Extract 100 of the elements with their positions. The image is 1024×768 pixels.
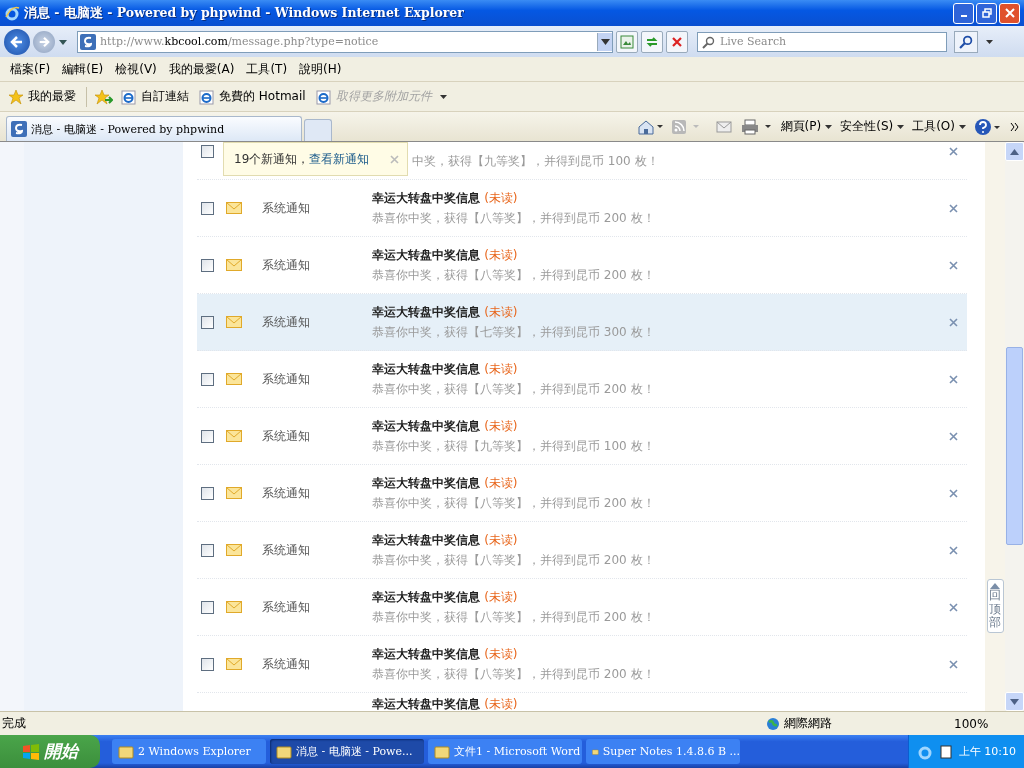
message-title-link[interactable]: 幸运大转盘中奖信息 bbox=[372, 418, 480, 433]
checkbox[interactable] bbox=[201, 543, 214, 557]
search-icon bbox=[702, 35, 715, 49]
message-title-link[interactable]: 幸运大转盘中奖信息 bbox=[372, 697, 480, 711]
unread-label: (未读) bbox=[484, 589, 518, 604]
taskbar-button[interactable]: 2 Windows Explorer bbox=[112, 739, 266, 764]
message-sender: 系统通知 bbox=[262, 313, 311, 331]
checkbox[interactable] bbox=[201, 258, 214, 272]
search-button[interactable] bbox=[954, 30, 978, 53]
taskbar-button[interactable]: 文件1 - Microsoft Word bbox=[428, 739, 582, 764]
checkbox[interactable] bbox=[201, 486, 214, 500]
unread-label: (未读) bbox=[484, 361, 518, 376]
back-to-top-button[interactable]: 回顶部 bbox=[986, 579, 1004, 633]
message-title-link[interactable]: 幸运大转盘中奖信息 bbox=[372, 589, 480, 604]
message-title-link[interactable]: 幸运大转盘中奖信息 bbox=[372, 532, 480, 547]
zoom-level[interactable]: 100% bbox=[938, 716, 1024, 731]
checkbox[interactable] bbox=[201, 429, 214, 443]
menu-item[interactable]: 編輯(E) bbox=[56, 60, 110, 78]
close-icon bbox=[948, 203, 958, 213]
message-sender: 系统通知 bbox=[262, 427, 311, 445]
envelope-icon bbox=[226, 316, 242, 328]
message-sender: 系统通知 bbox=[262, 655, 311, 673]
message-sender: 系统通知 bbox=[262, 484, 311, 502]
envelope-icon bbox=[226, 202, 242, 214]
favorite-link[interactable]: 免費的 Hotmail bbox=[197, 86, 308, 107]
checkbox[interactable] bbox=[201, 600, 214, 614]
message-title-link[interactable]: 幸运大转盘中奖信息 bbox=[372, 361, 480, 376]
command-menu[interactable]: 安全性(S) bbox=[840, 118, 905, 135]
favorites-button[interactable]: 我的最愛 bbox=[6, 86, 78, 107]
unread-label: (未读) bbox=[484, 475, 518, 490]
unread-label: (未读) bbox=[484, 247, 518, 262]
caret-icon bbox=[985, 39, 993, 44]
command-menu[interactable]: 網頁(P) bbox=[780, 118, 833, 135]
help-icon[interactable] bbox=[974, 117, 1002, 136]
site-logo-icon bbox=[11, 121, 27, 137]
back-button[interactable] bbox=[4, 28, 30, 55]
message-sender: 系统通知 bbox=[262, 370, 311, 388]
checkbox[interactable] bbox=[201, 372, 214, 386]
dropdown-caret-icon[interactable] bbox=[600, 38, 610, 45]
stop-button[interactable] bbox=[666, 30, 688, 53]
checkbox[interactable] bbox=[201, 201, 214, 215]
message-sender: 系统通知 bbox=[262, 199, 311, 217]
recent-pages-caret-icon[interactable] bbox=[58, 37, 68, 46]
start-button[interactable]: 開始 bbox=[0, 735, 100, 768]
scrollbar[interactable] bbox=[1005, 142, 1024, 711]
printer-icon[interactable] bbox=[740, 118, 773, 135]
close-icon bbox=[948, 602, 958, 612]
menu-item[interactable]: 檔案(F) bbox=[4, 60, 57, 78]
message-title-link[interactable]: 幸运大转盘中奖信息 bbox=[372, 475, 480, 490]
menu-item[interactable]: 工具(T) bbox=[240, 60, 294, 78]
menu-item[interactable]: 我的最愛(A) bbox=[162, 60, 241, 78]
caret-icon bbox=[825, 124, 833, 129]
envelope-icon bbox=[226, 487, 242, 499]
add-favorite-icon[interactable] bbox=[95, 88, 113, 105]
unread-label: (未读) bbox=[484, 304, 518, 319]
search-field[interactable]: Live Search bbox=[697, 31, 947, 52]
forward-arrow-icon bbox=[38, 35, 50, 48]
message-title-link[interactable]: 幸运大转盘中奖信息 bbox=[372, 247, 480, 262]
message-text: 恭喜你中奖，获得【八等奖】，并得到昆币 200 枚！ bbox=[372, 666, 655, 681]
message-text: 中奖，获得【九等奖】，并得到昆币 100 枚！ bbox=[412, 153, 659, 168]
caret-icon bbox=[959, 124, 966, 129]
refresh-button[interactable] bbox=[641, 30, 663, 53]
scroll-down-icon[interactable] bbox=[1010, 698, 1019, 705]
scroll-up-icon[interactable] bbox=[1010, 148, 1019, 155]
unread-label: (未读) bbox=[484, 190, 518, 205]
close-icon bbox=[948, 146, 958, 156]
message-title-link[interactable]: 幸运大转盘中奖信息 bbox=[372, 190, 480, 205]
close-icon bbox=[948, 488, 958, 498]
address-field[interactable]: http://www.kbcool.com/message.php?type=notice bbox=[77, 30, 613, 53]
menu-item[interactable]: 說明(H) bbox=[293, 60, 348, 78]
star-icon bbox=[8, 88, 24, 105]
document-tray-icon[interactable] bbox=[938, 744, 953, 759]
menu-item[interactable]: 檢視(V) bbox=[109, 60, 163, 78]
compatibility-button[interactable] bbox=[616, 30, 638, 53]
refresh-icon bbox=[645, 34, 659, 49]
message-text: 恭喜你中奖，获得【八等奖】，并得到昆币 200 枚！ bbox=[372, 381, 655, 396]
close-icon bbox=[948, 659, 958, 669]
message-title-link[interactable]: 幸运大转盘中奖信息 bbox=[372, 304, 480, 319]
checkbox[interactable] bbox=[201, 315, 214, 329]
command-menu[interactable]: 工具(O) bbox=[912, 118, 966, 135]
taskbar-button[interactable]: Super Notes 1.4.8.6 B ... bbox=[586, 739, 740, 764]
envelope-icon bbox=[226, 544, 242, 556]
clock: 上午 10:10 bbox=[958, 744, 1016, 759]
message-text: 恭喜你中奖，获得【八等奖】，并得到昆币 200 枚！ bbox=[372, 210, 655, 225]
checkbox[interactable] bbox=[201, 657, 214, 671]
favorite-link[interactable]: 自訂連結 bbox=[119, 86, 191, 107]
browser-tab[interactable]: 消息 - 电脑迷 - Powered by phpwind bbox=[6, 116, 302, 141]
minimize-button[interactable] bbox=[953, 2, 974, 24]
taskbar-button[interactable]: 消息 - 电脑迷 - Powe... bbox=[270, 739, 424, 764]
message-text: 恭喜你中奖，获得【八等奖】，并得到昆币 200 枚！ bbox=[372, 609, 655, 624]
notification-text: 19个新通知， bbox=[234, 150, 310, 168]
envelope-icon bbox=[226, 430, 242, 442]
more-chevron-icon[interactable] bbox=[1010, 121, 1020, 132]
home-icon[interactable] bbox=[636, 118, 663, 135]
message-title-link[interactable]: 幸运大转盘中奖信息 bbox=[372, 646, 480, 661]
notification-link[interactable]: 查看新通知 bbox=[309, 150, 370, 168]
checkbox[interactable] bbox=[201, 144, 214, 158]
minimize-icon bbox=[960, 15, 967, 17]
globe-icon bbox=[766, 716, 780, 731]
restore-button[interactable] bbox=[976, 2, 997, 24]
